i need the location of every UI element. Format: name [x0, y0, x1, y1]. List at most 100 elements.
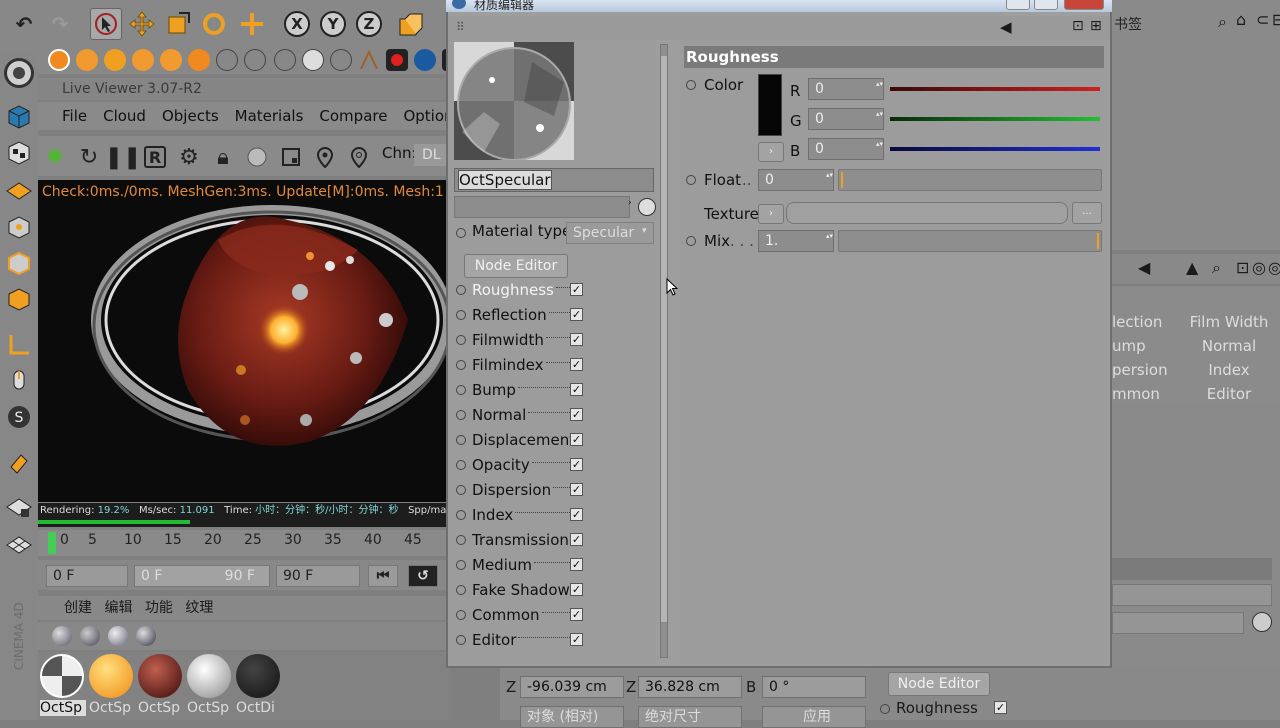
material-manager-menu[interactable]: 创建 编辑 功能 纹理 [38, 596, 450, 620]
scale-tool-icon[interactable] [162, 8, 194, 40]
region-render-icon[interactable]: R [144, 146, 166, 168]
channel-opacity[interactable]: Opacity [456, 453, 586, 477]
apply-button[interactable]: 应用 [762, 706, 866, 728]
axis-y-button[interactable]: Y [320, 11, 346, 37]
keyframe-dot[interactable] [456, 410, 466, 420]
channel-displacement[interactable]: Displacement [456, 428, 586, 452]
pick-object-icon[interactable] [346, 144, 372, 170]
material-name-field[interactable]: OctSpecular [454, 168, 654, 192]
texture-mode-icon[interactable] [4, 138, 34, 168]
channel-checkbox[interactable]: ✓ [570, 508, 583, 521]
keyframe-dot[interactable] [456, 228, 466, 238]
loop-icon[interactable]: ↺ [408, 565, 438, 587]
menu-file[interactable]: File [62, 107, 87, 125]
float-value-field[interactable]: 0 [758, 169, 834, 191]
green-slider[interactable] [890, 117, 1100, 121]
target-icon[interactable]: ◎ [1268, 258, 1280, 277]
channel-checkbox[interactable]: ✓ [570, 608, 583, 621]
grid-sphere-icon[interactable] [302, 49, 324, 71]
mix-slider-handle[interactable] [1097, 233, 1099, 249]
maximize-button[interactable] [1034, 0, 1058, 10]
channel-checkbox[interactable]: ✓ [570, 533, 583, 546]
points-mode-icon[interactable] [4, 212, 34, 242]
mix-slider[interactable] [838, 230, 1102, 252]
b-rotation-field[interactable]: 0 ° [762, 676, 866, 698]
grid-icon[interactable] [4, 530, 34, 560]
channel-filmindex[interactable]: Filmindex [456, 353, 586, 377]
material-label[interactable]: OctSp [138, 700, 184, 716]
scrollbar-thumb[interactable] [661, 56, 667, 622]
channel-checkbox[interactable]: ✓ [570, 558, 583, 571]
material-swatch[interactable] [138, 654, 182, 698]
sphere-preview-icon[interactable] [244, 144, 270, 170]
refresh-icon[interactable]: ↻ [76, 144, 102, 170]
channel-filmwidth[interactable]: Filmwidth [456, 328, 586, 352]
model-mode-icon[interactable] [4, 102, 34, 132]
channel-checkbox[interactable]: ✓ [570, 358, 583, 371]
axis-mode-icon[interactable] [4, 330, 34, 360]
keyframe-dot[interactable] [456, 435, 466, 445]
color-expand-button[interactable]: › [758, 142, 784, 162]
material-ball-icon[interactable] [136, 626, 156, 646]
blue-slider[interactable] [890, 147, 1100, 151]
link-icon[interactable]: ⊂ [1256, 10, 1269, 29]
channel-select[interactable]: DL [414, 144, 450, 166]
octane-icon[interactable] [4, 58, 34, 88]
tab-dispersion[interactable]: persion [1112, 358, 1176, 382]
color-swatch[interactable] [758, 74, 782, 136]
workplane-icon[interactable] [4, 174, 34, 204]
keyframe-dot[interactable] [686, 236, 696, 246]
keyframe-dot[interactable] [456, 360, 466, 370]
more-icon[interactable]: ⊟ [1272, 10, 1280, 29]
settings-icon[interactable]: ⚙ [176, 144, 202, 170]
channel-index[interactable]: Index [456, 503, 586, 527]
workplane-lock-icon[interactable] [4, 492, 34, 522]
channel-medium[interactable]: Medium [456, 553, 586, 577]
pause-icon[interactable]: ❚❚ [105, 144, 142, 170]
current-frame-field[interactable]: 0 F [46, 565, 128, 587]
pick-material-icon[interactable] [312, 144, 338, 170]
grid-sphere-icon[interactable] [244, 49, 266, 71]
material-ball-icon[interactable] [80, 626, 100, 646]
material-label[interactable]: OctSp [187, 700, 233, 716]
focus-picker-icon[interactable] [278, 144, 304, 170]
channel-checkbox[interactable]: ✓ [570, 408, 583, 421]
gear-icon[interactable]: ✹ [42, 144, 68, 170]
channel-common[interactable]: Common [456, 603, 586, 627]
keyframe-dot[interactable] [456, 635, 466, 645]
axis-x-button[interactable]: X [284, 11, 310, 37]
tab-bump[interactable]: ump [1112, 334, 1176, 358]
redo-icon[interactable]: ↷ [44, 8, 76, 40]
undo-icon[interactable]: ↶ [8, 8, 40, 40]
keyframe-dot[interactable] [456, 460, 466, 470]
material-swatch[interactable] [40, 654, 84, 698]
keyframe-dot[interactable] [456, 560, 466, 570]
node-editor-button[interactable]: Node Editor [464, 254, 568, 278]
orange-sphere-icon[interactable] [76, 49, 98, 71]
drag-grip-icon[interactable]: ⠿ [456, 20, 465, 34]
target-icon[interactable]: ◎ [1252, 258, 1266, 277]
target-picker-icon[interactable] [1252, 612, 1272, 632]
polygons-mode-icon[interactable] [4, 284, 34, 314]
channel-bump[interactable]: Bump [456, 378, 586, 402]
keyframe-dot[interactable] [456, 335, 466, 345]
texture-expand-button[interactable]: › [758, 204, 784, 224]
channel-reflection[interactable]: Reflection [456, 303, 586, 327]
back-arrow-icon[interactable]: ◀ [1138, 258, 1150, 277]
menu-objects[interactable]: Objects [162, 107, 219, 125]
z-position-field[interactable]: -96.039 cm [520, 676, 624, 698]
magnet-icon[interactable] [4, 448, 34, 478]
snap-icon[interactable]: S [4, 402, 34, 432]
tab-reflection[interactable]: lection [1112, 310, 1176, 334]
channel-checkbox[interactable]: ✓ [570, 333, 583, 346]
target-picker-icon[interactable] [638, 198, 656, 216]
texture-field[interactable] [786, 202, 1068, 224]
keyframe-dot[interactable] [456, 585, 466, 595]
tab-index[interactable]: Index [1178, 358, 1280, 382]
menu-cloud[interactable]: Cloud [103, 107, 146, 125]
minimize-button[interactable] [1006, 0, 1030, 10]
grid-sphere-icon[interactable] [274, 49, 296, 71]
channel-roughness[interactable]: Roughness [456, 278, 586, 302]
keyframe-dot[interactable] [456, 285, 466, 295]
attribute-field[interactable] [1112, 612, 1244, 634]
